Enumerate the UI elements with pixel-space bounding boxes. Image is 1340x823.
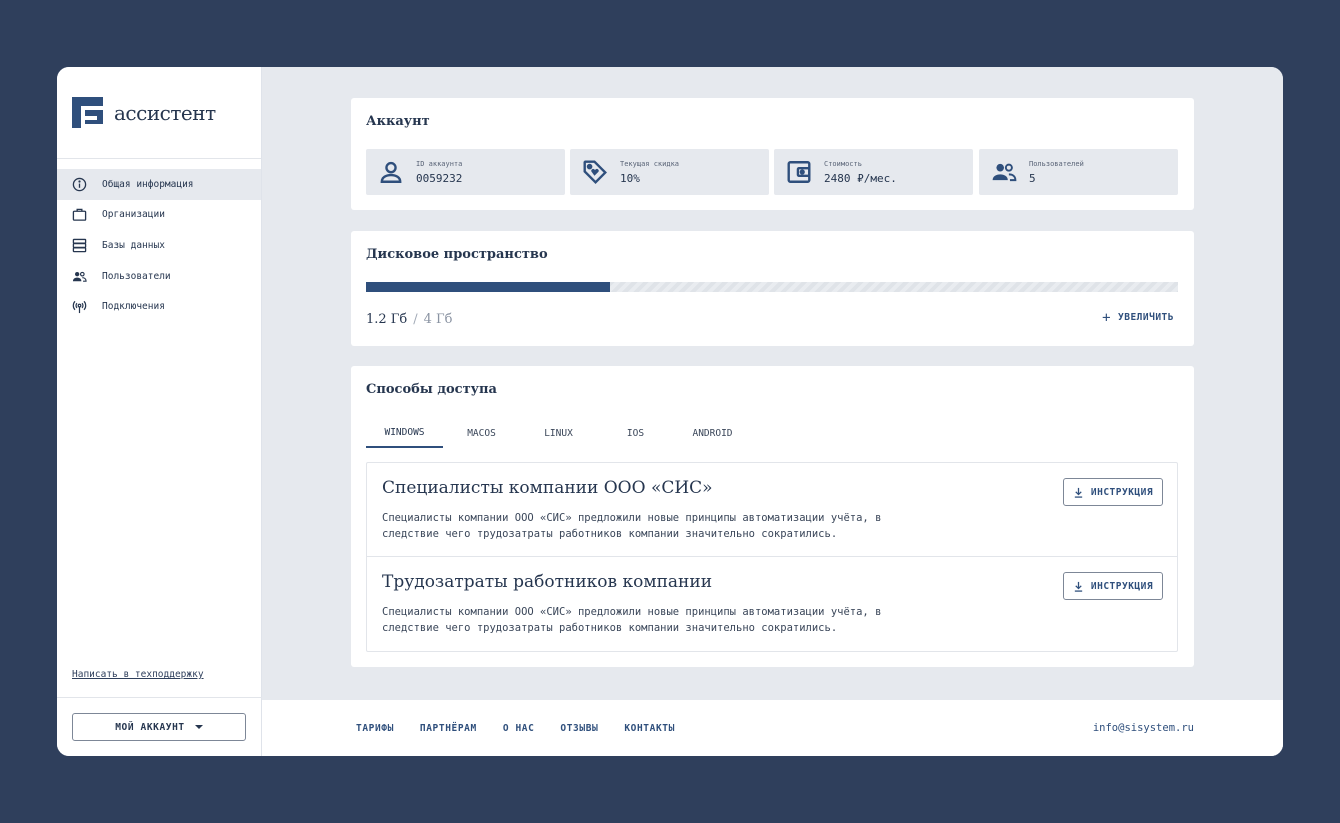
instruction-button[interactable]: ИНСТРУКЦИЯ [1063,572,1163,600]
sidebar-item-label: Подключения [102,301,165,313]
increase-label: УВЕЛИЧИТЬ [1118,312,1174,323]
footer-email[interactable]: info@sisystem.ru [1093,722,1194,734]
footer-link-tariffs[interactable]: ТАРИФЫ [356,723,394,734]
item-text: Специалисты компании ООО «СИС» предложил… [382,512,882,540]
my-account-button[interactable]: МОЙ АККАУНТ [72,713,246,741]
stat-value: 0059232 [416,171,463,185]
stat-label: ID аккаунта [416,159,463,168]
tab-windows[interactable]: WINDOWS [366,418,443,448]
disk-usage-bar [366,282,1178,292]
sidebar-nav: Общая информация Организации Базы данных… [57,159,261,322]
item-title: Трудозатраты работников компании [382,572,713,592]
group-icon [992,163,1017,182]
person-icon [380,161,402,183]
logo[interactable]: ассистент [57,67,261,159]
increase-button[interactable]: + УВЕЛИЧИТЬ [1102,310,1174,326]
footer-link-partners[interactable]: ПАРТНЁРАМ [420,723,477,734]
main-content: Аккаунт ID аккаунта 0059232 Текущая скид… [262,67,1283,756]
access-panel: Специалисты компании ООО «СИС» Специалис… [366,462,1178,652]
sidebar-item-databases[interactable]: Базы данных [57,230,261,261]
instruction-button[interactable]: ИНСТРУКЦИЯ [1063,478,1163,506]
briefcase-icon [72,209,87,222]
chevron-down-icon [194,725,203,729]
app-window: ассистент Общая информация Организации Б… [57,67,1283,756]
logo-mark-icon [72,97,103,128]
instruction-label: ИНСТРУКЦИЯ [1090,580,1154,592]
item-title: Специалисты компании ООО «СИС» [382,478,713,498]
access-card: Способы доступа WINDOWS MACOS LINUX IOS … [351,366,1194,667]
tab-android[interactable]: ANDROID [674,418,751,448]
antenna-icon [72,301,87,314]
list-item: Специалисты компании ООО «СИС» Специалис… [367,463,1177,557]
stat-discount: Текущая скидка 10% [570,149,769,195]
item-text: Специалисты компании ООО «СИС» предложил… [382,606,882,634]
disk-title: Дисковое пространство [366,247,548,262]
footer-link-about[interactable]: О НАС [503,723,535,734]
discount-tag-icon [583,160,607,184]
footer-link-reviews[interactable]: ОТЗЫВЫ [560,723,598,734]
list-item: Трудозатраты работников компании Специал… [367,557,1177,651]
disk-used: 1.2 Гб [366,312,408,327]
stat-label: Стоимость [824,159,862,168]
page-footer: ТАРИФЫ ПАРТНЁРАМ О НАС ОТЗЫВЫ КОНТАКТЫ i… [262,700,1283,756]
tab-ios[interactable]: IOS [597,418,674,448]
stat-users: Пользователей 5 [979,149,1178,195]
stat-label: Текущая скидка [620,159,680,168]
wallet-icon [787,161,811,183]
stat-value: 5 [1029,171,1036,185]
database-icon [72,238,87,253]
disk-usage-fill [366,282,610,292]
sidebar-item-label: Организации [102,209,165,221]
footer-link-contacts[interactable]: КОНТАКТЫ [624,723,675,734]
sidebar-item-label: Пользователи [102,270,171,282]
instruction-label: ИНСТРУКЦИЯ [1090,486,1154,498]
sidebar-item-connections[interactable]: Подключения [57,291,261,322]
stat-value: 10% [620,171,640,185]
sidebar-item-general[interactable]: Общая информация [57,169,261,200]
sidebar: ассистент Общая информация Организации Б… [57,67,262,756]
disk-row: 1.2 Гб / 4 Гб + УВЕЛИЧИТЬ [366,308,1178,328]
stat-value: 2480 ₽/мес. [824,171,897,185]
sidebar-item-users[interactable]: Пользователи [57,261,261,292]
sidebar-footer: МОЙ АККАУНТ [57,697,262,756]
tab-macos[interactable]: MACOS [443,418,520,448]
download-icon [1074,581,1083,592]
sidebar-item-label: Общая информация [102,178,194,190]
disk-card: Дисковое пространство 1.2 Гб / 4 Гб + УВЕЛ… [351,231,1194,346]
brand-name: ассистент [114,100,216,125]
support-link[interactable]: Написать в техподдержку [72,669,204,680]
plus-icon: + [1102,309,1112,326]
download-icon [1074,487,1083,498]
users-icon [72,271,87,282]
info-icon [72,177,87,192]
footer-links: ТАРИФЫ ПАРТНЁРАМ О НАС ОТЗЫВЫ КОНТАКТЫ [356,723,701,734]
my-account-label: МОЙ АККАУНТ [115,721,185,733]
sidebar-item-organizations[interactable]: Организации [57,200,261,231]
account-title: Аккаунт [366,114,430,129]
stat-cost: Стоимость 2480 ₽/мес. [774,149,973,195]
stat-account-id: ID аккаунта 0059232 [366,149,565,195]
sidebar-item-label: Базы данных [102,239,165,251]
disk-total: 4 Гб [423,312,453,327]
disk-separator: / [413,312,418,327]
tab-linux[interactable]: LINUX [520,418,597,448]
stat-label: Пользователей [1029,159,1084,168]
account-card: Аккаунт ID аккаунта 0059232 Текущая скид… [351,98,1194,210]
platform-tabs: WINDOWS MACOS LINUX IOS ANDROID [366,418,751,448]
access-title: Способы доступа [366,382,497,397]
